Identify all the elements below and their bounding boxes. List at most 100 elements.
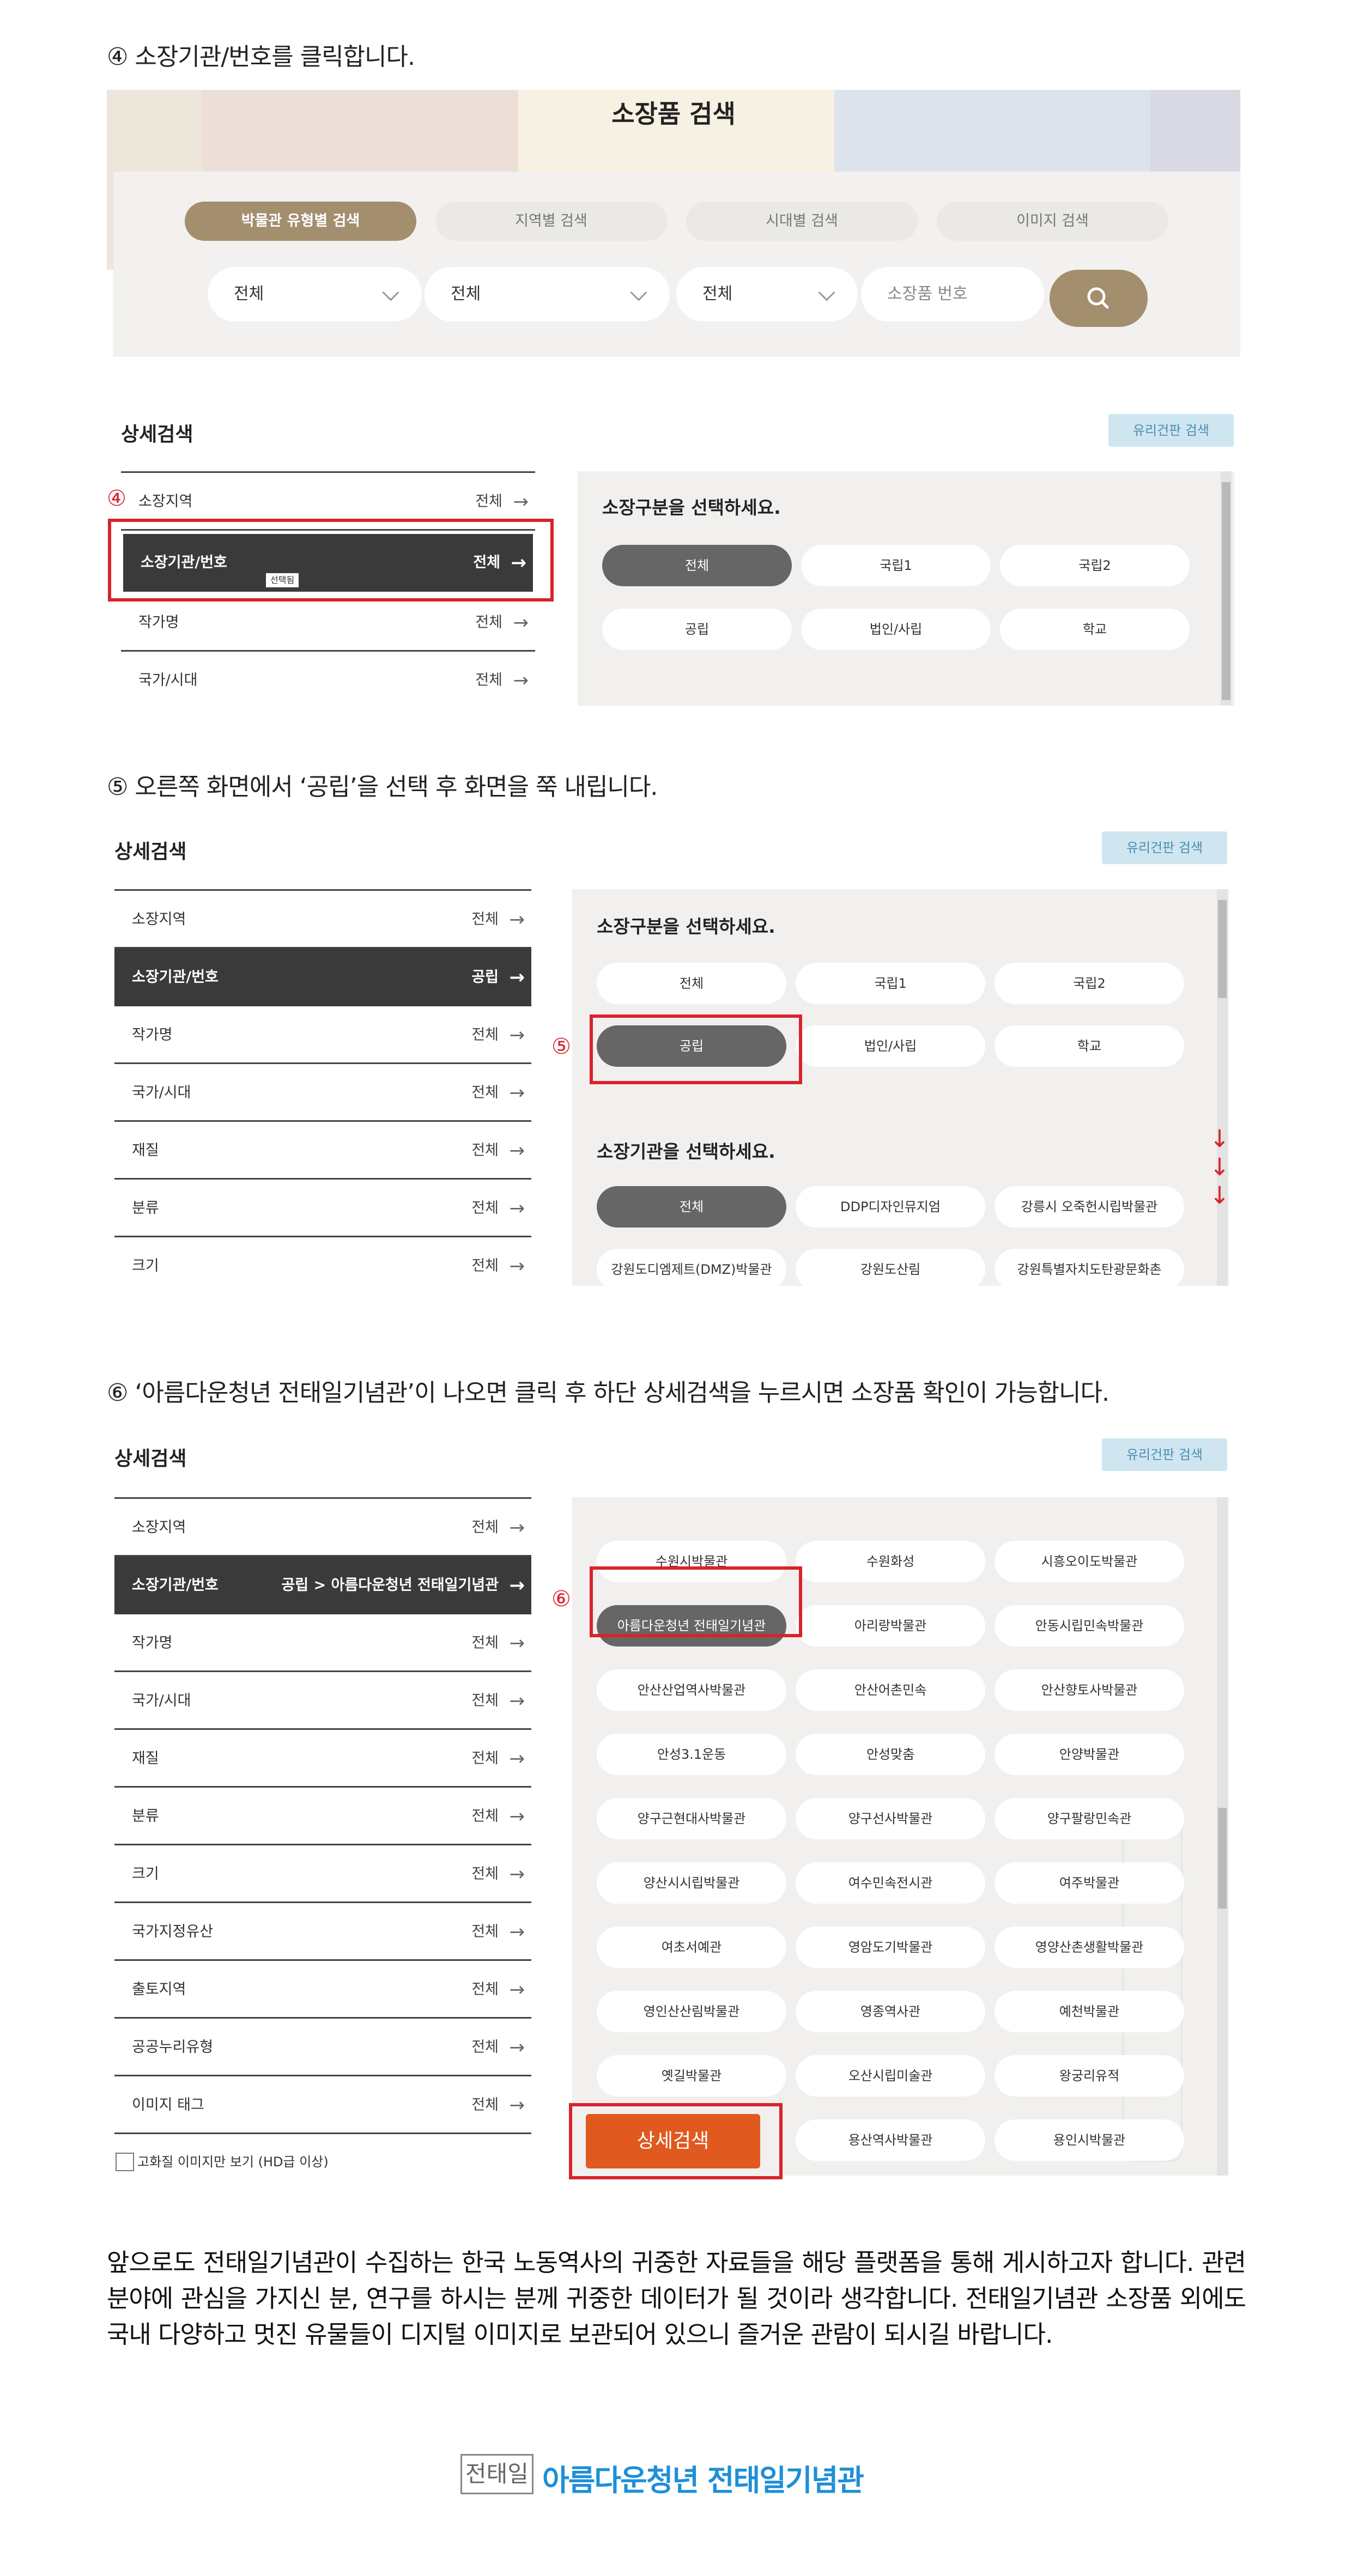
chip-institution[interactable]: 여초서예관 [597,1927,786,1968]
menu-item-category[interactable]: 분류 전체 → [114,1788,531,1845]
menu-label: 재질 [132,1750,159,1767]
chevron-down-icon [818,284,835,301]
chip-institution[interactable]: 옛길박물관 [597,2055,786,2097]
menu-label: 이미지 태그 [132,2097,204,2113]
menu-item-material[interactable]: 재질 전체 → [114,1730,531,1788]
glass-plate-search-button[interactable]: 유리건판 검색 [1108,414,1234,447]
menu-label: 소장지역 [132,911,186,928]
chip-institution[interactable]: 강원도산림 [796,1249,985,1286]
menu-item-region[interactable]: 소장지역 전체 → [114,891,531,949]
chip-institution[interactable]: 강원특별자치도탄광문화촌 [995,1249,1184,1286]
chip-institution[interactable]: 여수민속전시관 [796,1862,985,1904]
museum-type-select[interactable]: 전체 [208,267,422,321]
menu-item-era[interactable]: 국가/시대 전체 → [114,1064,531,1122]
menu-label: 국가/시대 [138,672,198,689]
menu-item-artist[interactable]: 작가명 전체 → [114,1614,531,1672]
scrollbar-thumb[interactable] [1218,900,1227,998]
tab-image[interactable]: 이미지 검색 [937,202,1168,241]
menu-item-heritage[interactable]: 국가지정유산 전체 → [114,1903,531,1961]
chip-institution[interactable]: 여주박물관 [995,1862,1184,1904]
menu-item-artist[interactable]: 작가명 전체 → [114,1006,531,1064]
chip-institution[interactable]: 아리랑박물관 [796,1605,985,1647]
chip-all[interactable]: 전체 [602,545,792,586]
scrollbar[interactable] [1217,1497,1228,2176]
era-select[interactable]: 전체 [676,267,858,321]
menu-value: 전체 [471,2097,499,2113]
menu-item-era[interactable]: 국가/시대 전체 → [121,652,535,709]
chip-institution[interactable]: 안동시립민속박물관 [995,1605,1184,1647]
chip-institution[interactable]: 오산시립미술관 [796,2055,985,2097]
glass-plate-search-button[interactable]: 유리건판 검색 [1102,1438,1227,1471]
chip-all[interactable]: 전체 [597,963,786,1004]
tab-region[interactable]: 지역별 검색 [435,202,667,241]
chip-institution[interactable]: 강릉시 오죽헌시립박물관 [995,1186,1184,1228]
scrollbar-thumb[interactable] [1218,1808,1227,1909]
menu-item-institution[interactable]: 소장기관/번호 공립 > 아름다운청년 전태일기념관 → [114,1557,531,1614]
menu-value: 전체 [471,1519,499,1536]
item-number-input[interactable]: 소장품 번호 [861,267,1044,321]
chip-institution[interactable]: DDP디자인뮤지엄 [796,1186,985,1228]
chip-institution[interactable]: 양구선사박물관 [796,1798,985,1839]
menu-item-material[interactable]: 재질 전체 → [114,1122,531,1180]
scrollbar[interactable] [1221,471,1232,706]
chip-institution[interactable]: 강원도디엠제트(DMZ)박물관 [597,1249,786,1286]
chip-national1[interactable]: 국립1 [801,545,991,586]
input-placeholder: 소장품 번호 [887,284,968,303]
chip-institution[interactable]: 예천박물관 [995,1991,1184,2032]
chip-institution[interactable]: 안산어촌민속 [796,1669,985,1711]
menu-item-excavation[interactable]: 출토지역 전체 → [114,1961,531,2019]
menu-value: 전체 [471,1200,499,1217]
menu-item-artist[interactable]: 작가명 전체 → [121,594,535,652]
menu-item-era[interactable]: 국가/시대 전체 → [114,1672,531,1730]
search-button[interactable] [1050,270,1148,327]
chip-institution[interactable]: 전체 [597,1186,786,1228]
chip-national2[interactable]: 국립2 [995,963,1184,1004]
region-select[interactable]: 전체 [425,267,670,321]
menu-item-license[interactable]: 공공누리유형 전체 → [114,2019,531,2076]
menu-item-institution[interactable]: 소장기관/번호 공립 → [114,949,531,1006]
chip-national2[interactable]: 국립2 [1000,545,1190,586]
chip-institution[interactable]: 용산역사박물관 [796,2119,985,2161]
chip-institution[interactable]: 양산시시립박물관 [597,1862,786,1904]
chip-private[interactable]: 법인/사립 [801,609,991,650]
chip-institution[interactable]: 양구근현대사박물관 [597,1798,786,1839]
chip-school[interactable]: 학교 [1000,609,1190,650]
chip-institution[interactable]: 영종역사관 [796,1991,985,2032]
chip-institution[interactable]: 용인시박물관 [995,2119,1184,2161]
chip-institution[interactable]: 양구팔랑민속관 [995,1798,1184,1839]
menu-item-category[interactable]: 분류 전체 → [114,1180,531,1237]
highlight-box [108,519,554,602]
arrow-right-icon: → [509,1690,525,1712]
chip-institution[interactable]: 안성3.1운동 [597,1734,786,1775]
arrow-right-icon: → [509,1575,525,1596]
chip-institution[interactable]: 영암도기박물관 [796,1927,985,1968]
chip-institution[interactable]: 안산산업역사박물관 [597,1669,786,1711]
arrow-right-icon: → [509,2037,525,2058]
scrollbar[interactable] [1217,889,1228,1286]
menu-item-size[interactable]: 크기 전체 → [114,1845,531,1903]
chip-private[interactable]: 법인/사립 [796,1025,985,1067]
tab-era[interactable]: 시대별 검색 [686,202,918,241]
chip-institution[interactable]: 영인산산림박물관 [597,1991,786,2032]
chip-school[interactable]: 학교 [995,1025,1184,1067]
menu-item-image-tag[interactable]: 이미지 태그 전체 → [114,2076,531,2134]
tab-museum-type[interactable]: 박물관 유형별 검색 [185,202,416,241]
chip-institution[interactable]: 안산향토사박물관 [995,1669,1184,1711]
glass-plate-search-button[interactable]: 유리건판 검색 [1102,831,1227,864]
scrollbar-thumb[interactable] [1222,482,1230,700]
chip-institution[interactable]: 시흥오이도박물관 [995,1541,1184,1582]
chip-public[interactable]: 공립 [602,609,792,650]
menu-value: 전체 [471,1808,499,1825]
chip-institution[interactable]: 안성맞춤 [796,1734,985,1775]
chip-institution[interactable]: 수원화성 [796,1541,985,1582]
chip-institution[interactable]: 영양산촌생활박물관 [995,1927,1184,1968]
chip-institution[interactable]: 왕궁리유적 [995,2055,1184,2097]
detail-search-title: 상세검색 [114,841,187,863]
hd-only-checkbox[interactable] [116,2153,134,2171]
menu-item-region[interactable]: 소장지역 전체 → [114,1499,531,1557]
menu-item-size[interactable]: 크기 전체 → [114,1237,531,1286]
chip-institution[interactable]: 안양박물관 [995,1734,1184,1775]
menu-value: 전체 [471,1750,499,1767]
step-marker: ④ [107,486,126,511]
chip-national1[interactable]: 국립1 [796,963,985,1004]
